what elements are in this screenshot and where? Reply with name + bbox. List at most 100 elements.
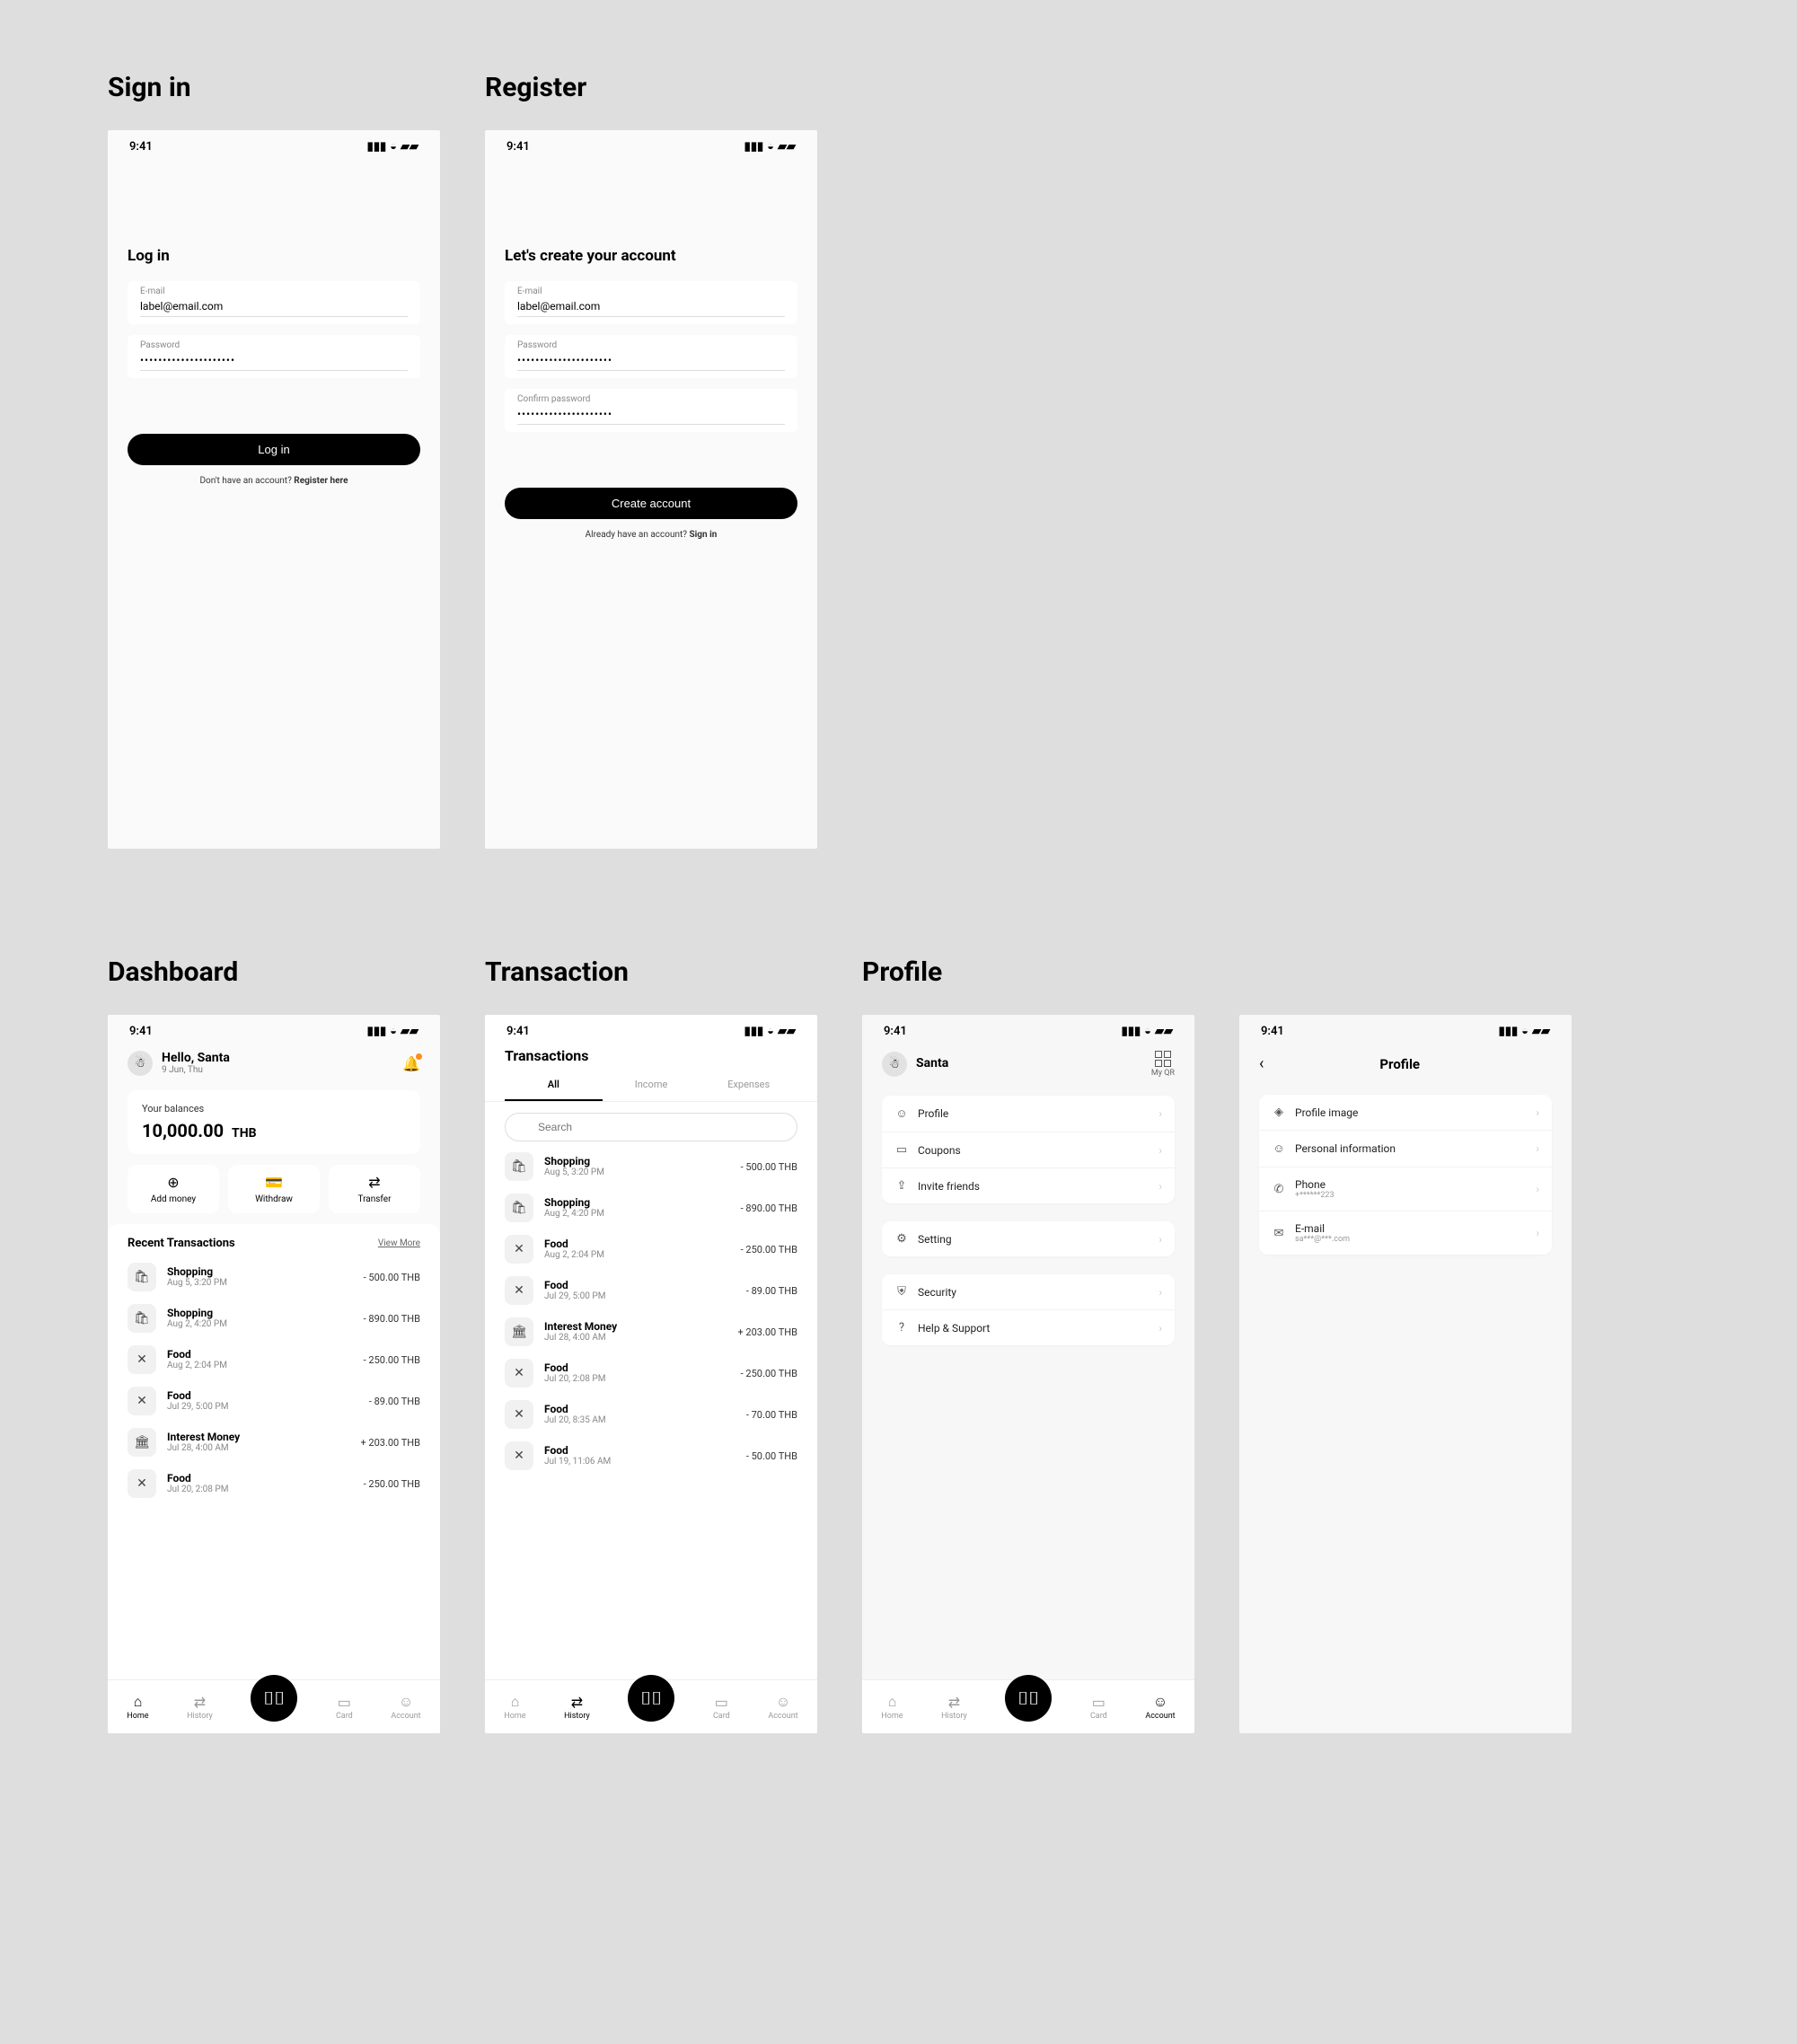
transaction-row[interactable]: ✕FoodJul 29, 5:00 PM- 89.00 THB xyxy=(505,1276,797,1305)
nav-scan[interactable]: ⌷⌷ xyxy=(628,1675,674,1722)
nav-card[interactable]: ▭Card xyxy=(336,1694,353,1721)
nav-scan[interactable]: ⌷⌷ xyxy=(251,1675,297,1722)
search-input[interactable] xyxy=(505,1113,797,1141)
nav-card[interactable]: ▭Card xyxy=(713,1694,730,1721)
email-input[interactable] xyxy=(140,298,408,317)
phone-icon: ✆ xyxy=(1272,1183,1286,1196)
menu-item-label: Invite friends xyxy=(918,1180,980,1193)
transaction-row[interactable]: ✕FoodJul 20, 2:08 PM- 250.00 THB xyxy=(128,1469,420,1498)
transaction-row[interactable]: ✕FoodAug 2, 2:04 PM- 250.00 THB xyxy=(128,1345,420,1374)
notifications-icon[interactable]: 🔔 xyxy=(402,1055,420,1072)
transaction-title: Shopping xyxy=(544,1156,604,1167)
password-input[interactable] xyxy=(517,352,785,371)
add-money-label: Add money xyxy=(151,1194,196,1204)
gear-icon: ⚙ xyxy=(894,1232,909,1246)
transaction-title: Food xyxy=(544,1445,611,1457)
email-input[interactable] xyxy=(517,298,785,317)
food-icon: ✕ xyxy=(505,1441,533,1470)
transaction-date: Jul 28, 4:00 AM xyxy=(544,1333,617,1343)
add-money-button[interactable]: ⊕ Add money xyxy=(128,1165,219,1213)
nav-history[interactable]: ⇄History xyxy=(941,1694,967,1721)
mail-icon: ✉ xyxy=(1272,1227,1286,1240)
transaction-row[interactable]: 🛍ShoppingAug 2, 4:20 PM- 890.00 THB xyxy=(128,1304,420,1333)
status-time: 9:41 xyxy=(884,1025,907,1038)
transaction-row[interactable]: 🛍ShoppingAug 5, 3:20 PM- 500.00 THB xyxy=(505,1152,797,1181)
food-icon: ✕ xyxy=(128,1469,156,1498)
menu-item-profile-image[interactable]: ◈Profile image› xyxy=(1259,1095,1552,1130)
transaction-amount: - 500.00 THB xyxy=(364,1272,420,1283)
transaction-title: Interest Money xyxy=(544,1321,617,1333)
nav-card[interactable]: ▭Card xyxy=(1090,1694,1107,1721)
account-icon: ☺ xyxy=(1153,1693,1167,1711)
login-button[interactable]: Log in xyxy=(128,434,420,465)
my-qr-button[interactable]: My QR xyxy=(1151,1051,1175,1078)
menu-item-coupons[interactable]: ▭Coupons› xyxy=(882,1132,1175,1167)
scan-icon: ⌷⌷ xyxy=(640,1687,662,1709)
transactions-screen: 9:41 ▮▮▮ ◒ ▰▰ Transactions All Income Ex… xyxy=(485,1015,817,1733)
password-label: Password xyxy=(517,340,785,350)
email-label: E-mail xyxy=(517,286,785,296)
menu-item-personal-information[interactable]: ☺Personal information› xyxy=(1259,1130,1552,1167)
status-time: 9:41 xyxy=(507,1025,530,1038)
nav-home[interactable]: ⌂Home xyxy=(127,1693,148,1721)
transaction-title: Shopping xyxy=(167,1308,227,1319)
tab-all[interactable]: All xyxy=(505,1073,603,1101)
transaction-row[interactable]: 🏛Interest MoneyJul 28, 4:00 AM+ 203.00 T… xyxy=(128,1428,420,1457)
avatar[interactable]: ☃︎ xyxy=(882,1052,907,1077)
transaction-row[interactable]: 🛍ShoppingAug 2, 4:20 PM- 890.00 THB xyxy=(505,1194,797,1222)
transaction-row[interactable]: 🛍ShoppingAug 5, 3:20 PM- 500.00 THB xyxy=(128,1263,420,1291)
menu-item-profile[interactable]: ☺Profile› xyxy=(882,1096,1175,1132)
password-input[interactable] xyxy=(140,352,408,371)
status-time: 9:41 xyxy=(1261,1025,1284,1038)
chevron-right-icon: › xyxy=(1158,1233,1162,1246)
register-link[interactable]: Register here xyxy=(294,476,348,486)
view-more-link[interactable]: View More xyxy=(378,1238,420,1248)
transaction-row[interactable]: ✕FoodJul 20, 2:08 PM- 250.00 THB xyxy=(505,1359,797,1388)
create-account-button[interactable]: Create account xyxy=(505,488,797,519)
menu-item-setting[interactable]: ⚙Setting› xyxy=(882,1221,1175,1256)
profile-detail-title: Profile xyxy=(1264,1056,1536,1072)
nav-history[interactable]: ⇄History xyxy=(564,1694,590,1721)
nav-account[interactable]: ☺Account xyxy=(768,1693,797,1721)
nav-home[interactable]: ⌂Home xyxy=(881,1693,903,1721)
battery-icon: ▰▰ xyxy=(778,1025,796,1038)
withdraw-button[interactable]: 💳 Withdraw xyxy=(228,1165,320,1213)
add-money-icon: ⊕ xyxy=(167,1174,179,1191)
nav-home-label: Home xyxy=(881,1712,903,1721)
status-indicators: ▮▮▮ ◒ ▰▰ xyxy=(744,1024,796,1038)
nav-account[interactable]: ☺Account xyxy=(391,1693,420,1721)
transaction-date: Jul 20, 8:35 AM xyxy=(544,1415,606,1425)
tab-income[interactable]: Income xyxy=(603,1073,700,1101)
email-label: E-mail xyxy=(140,286,408,296)
menu-item-invite-friends[interactable]: ⇪Invite friends› xyxy=(882,1167,1175,1203)
transaction-row[interactable]: 🏛Interest MoneyJul 28, 4:00 AM+ 203.00 T… xyxy=(505,1317,797,1346)
menu-item-help-&-support[interactable]: ?Help & Support› xyxy=(882,1309,1175,1345)
nav-history[interactable]: ⇄History xyxy=(187,1694,213,1721)
recent-transactions-title: Recent Transactions xyxy=(128,1237,235,1250)
chevron-right-icon: › xyxy=(1158,1322,1162,1335)
menu-item-e-mail[interactable]: ✉E-mailsa***@***.com› xyxy=(1259,1211,1552,1255)
transaction-amount: - 890.00 THB xyxy=(741,1203,797,1214)
nav-account[interactable]: ☺Account xyxy=(1145,1693,1175,1721)
transaction-row[interactable]: ✕FoodJul 20, 8:35 AM- 70.00 THB xyxy=(505,1400,797,1429)
history-icon: ⇄ xyxy=(948,1694,960,1711)
nav-scan[interactable]: ⌷⌷ xyxy=(1005,1675,1052,1722)
menu-item-security[interactable]: ⛨Security› xyxy=(882,1274,1175,1309)
section-title-signin: Sign in xyxy=(108,72,440,103)
transaction-row[interactable]: ✕FoodJul 19, 11:06 AM- 50.00 THB xyxy=(505,1441,797,1470)
confirm-password-input[interactable] xyxy=(517,406,785,425)
transaction-row[interactable]: ✕FoodJul 29, 5:00 PM- 89.00 THB xyxy=(128,1387,420,1415)
nav-home[interactable]: ⌂Home xyxy=(504,1693,525,1721)
menu-item-phone[interactable]: ✆Phone+******223› xyxy=(1259,1167,1552,1211)
status-bar: 9:41 ▮▮▮ ◒ ▰▰ xyxy=(862,1015,1194,1042)
transaction-row[interactable]: ✕FoodAug 2, 2:04 PM- 250.00 THB xyxy=(505,1235,797,1264)
transfer-button[interactable]: ⇄ Transfer xyxy=(329,1165,420,1213)
tab-expenses[interactable]: Expenses xyxy=(700,1073,797,1101)
battery-icon: ▰▰ xyxy=(1155,1025,1173,1038)
nav-history-label: History xyxy=(564,1712,590,1721)
avatar[interactable]: ☃︎ xyxy=(128,1051,153,1076)
signin-link[interactable]: Sign in xyxy=(690,530,718,540)
transaction-amount: - 250.00 THB xyxy=(741,1244,797,1255)
withdraw-label: Withdraw xyxy=(255,1194,293,1204)
wifi-icon: ◒ xyxy=(1521,1024,1528,1038)
